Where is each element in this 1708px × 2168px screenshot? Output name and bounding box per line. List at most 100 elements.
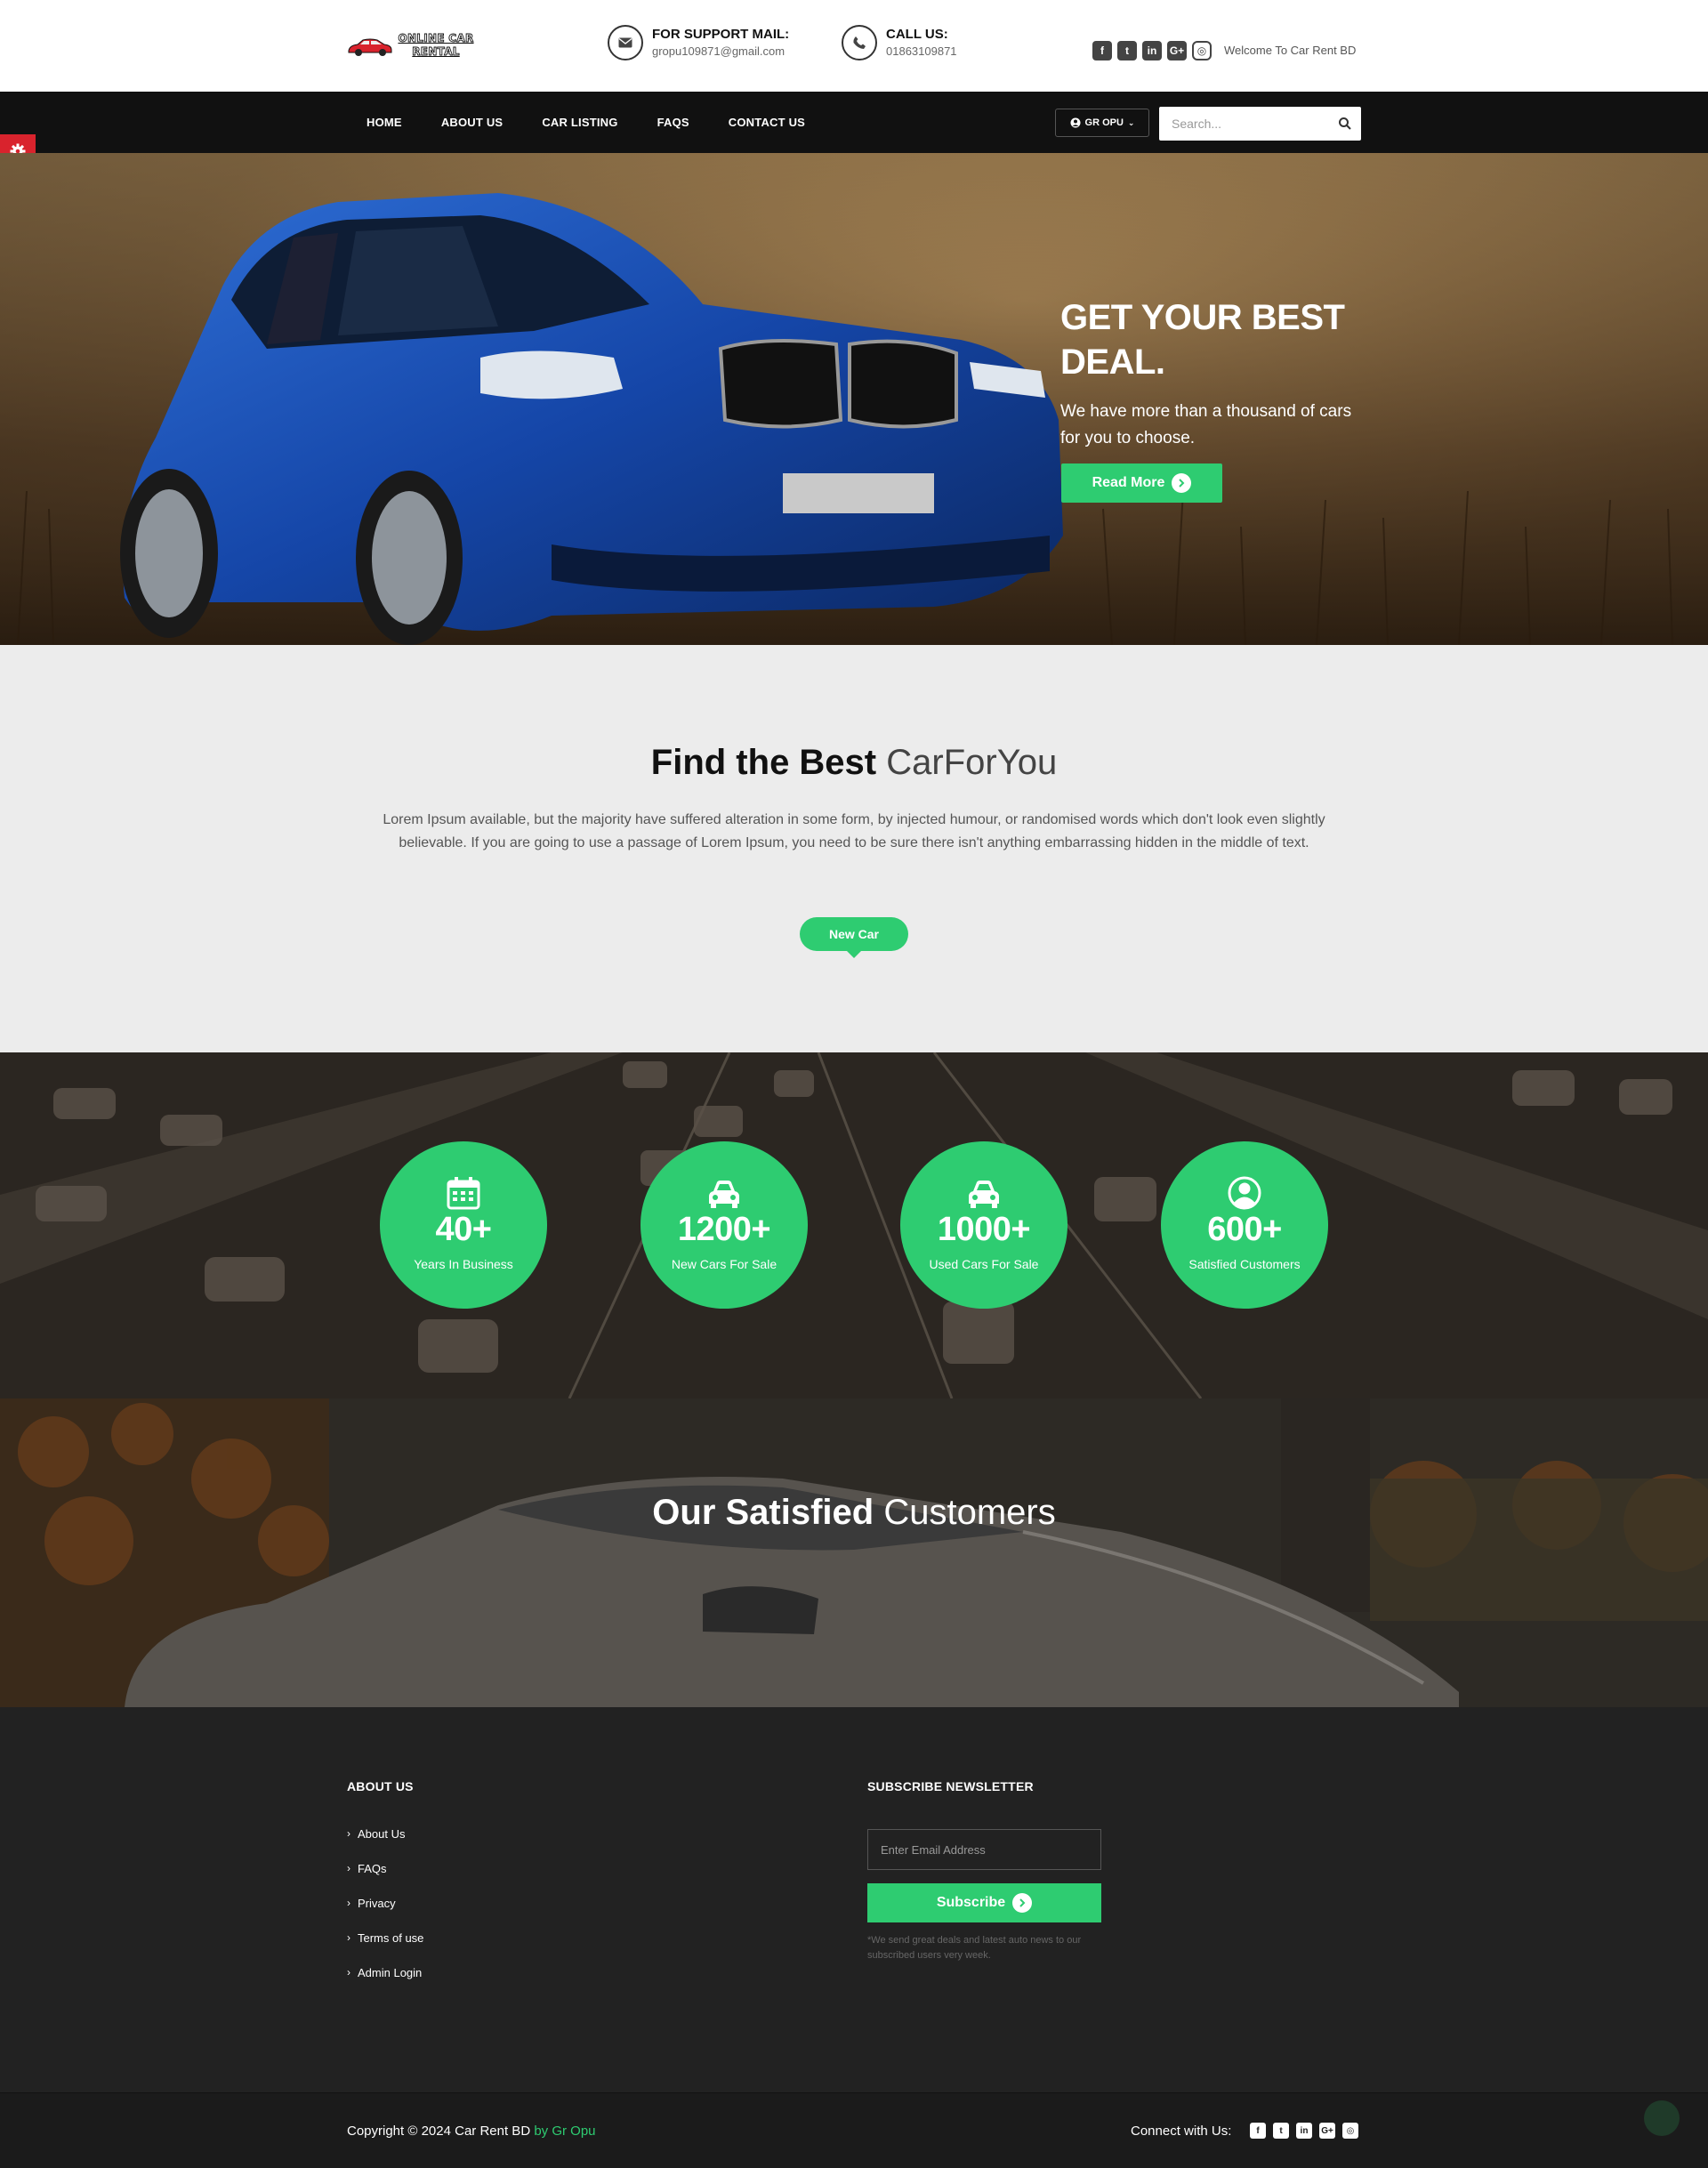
linkedin-icon[interactable]: in — [1142, 41, 1162, 60]
footer-link-admin-login[interactable]: › Admin Login — [347, 1966, 423, 2001]
chevron-right-icon: › — [347, 1931, 350, 1944]
top-header: ONLINE CAR RENTAL FOR SUPPORT MAIL: grop… — [0, 0, 1708, 92]
customers-background — [0, 1398, 1708, 1707]
logo-car-icon — [348, 38, 392, 56]
footer-link-terms[interactable]: › Terms of use — [347, 1931, 423, 1966]
nav-about-us[interactable]: ABOUT US — [422, 116, 523, 129]
customers-section: Our Satisfied Customers — [0, 1398, 1708, 1707]
newsletter-email-input[interactable] — [867, 1829, 1101, 1870]
twitter-icon[interactable]: t — [1273, 2123, 1289, 2139]
user-name: GR OPU — [1084, 117, 1124, 128]
subscribe-label: Subscribe — [936, 1895, 1006, 1910]
stat-number: 40+ — [435, 1211, 492, 1248]
search-box — [1159, 107, 1361, 141]
welcome-text: Welcome To Car Rent BD — [1224, 44, 1357, 57]
user-circle-icon — [1228, 1176, 1261, 1210]
car-icon — [709, 1181, 739, 1208]
search-icon[interactable] — [1338, 117, 1352, 131]
facebook-icon[interactable]: f — [1250, 2123, 1266, 2139]
subscribe-button[interactable]: Subscribe — [867, 1883, 1101, 1922]
footer-link-faqs[interactable]: › FAQs — [347, 1862, 423, 1897]
copyright: Copyright © 2024 Car Rent BD by Gr Opu — [347, 2124, 596, 2139]
footer-link-label: Terms of use — [358, 1931, 424, 1945]
customers-title-light: Customers — [883, 1493, 1056, 1532]
author-link[interactable]: by Gr Opu — [534, 2124, 595, 2139]
car-icon — [969, 1181, 999, 1208]
footer-link-label: FAQs — [358, 1862, 387, 1875]
hero-subtitle: We have more than a thousand of cars for… — [1060, 402, 1352, 447]
user-menu-button[interactable]: GR OPU ⌄ — [1055, 109, 1149, 137]
site-logo[interactable]: ONLINE CAR RENTAL — [347, 32, 480, 60]
support-mail-label: FOR SUPPORT MAIL: — [652, 27, 790, 42]
chevron-down-icon: ⌄ — [1127, 117, 1135, 127]
call-us-label: CALL US: — [886, 27, 948, 42]
hero-car-image — [0, 153, 1708, 645]
footer-link-privacy[interactable]: › Privacy — [347, 1897, 423, 1931]
google-plus-icon[interactable]: G+ — [1319, 2123, 1335, 2139]
customers-title: Our Satisfied Customers — [0, 1493, 1708, 1533]
connect-label: Connect with Us: — [1131, 2124, 1232, 2139]
main-navbar: HOME ABOUT US CAR LISTING FAQS CONTACT U… — [0, 92, 1708, 153]
tab-new-car[interactable]: New Car — [800, 917, 908, 958]
instagram-icon[interactable]: ◎ — [1342, 2123, 1358, 2139]
footer-bottom-bar: Copyright © 2024 Car Rent BD by Gr Opu C… — [0, 2092, 1708, 2168]
stats-section: 40+ Years In Business 1200+ New Cars For… — [0, 1052, 1708, 1398]
find-best-section: Find the Best CarForYou Lorem Ipsum avai… — [0, 645, 1708, 1052]
twitter-icon[interactable]: t — [1117, 41, 1137, 60]
nav-menu: HOME ABOUT US CAR LISTING FAQS CONTACT U… — [347, 92, 825, 153]
footer-link-label: Privacy — [358, 1897, 396, 1910]
footer-links: › About Us › FAQs › Privacy › Terms of use ›… — [347, 1827, 423, 2001]
stat-satisfied-customers: 600+ Satisfied Customers — [1161, 1141, 1328, 1309]
stat-number: 1000+ — [937, 1211, 1031, 1248]
customers-title-bold: Our Satisfied — [652, 1493, 874, 1532]
support-email[interactable]: gropu109871@gmail.com — [652, 44, 785, 58]
phone-icon — [842, 25, 877, 60]
chevron-right-icon: › — [347, 1862, 350, 1874]
instagram-icon[interactable]: ◎ — [1192, 41, 1212, 60]
stat-number: 1200+ — [677, 1211, 771, 1248]
social-links-bottom: f t in G+ ◎ — [1250, 2123, 1358, 2139]
footer-newsletter-heading: SUBSCRIBE NEWSLETTER — [867, 1779, 1034, 1793]
highway-background — [0, 1052, 1708, 1398]
call-number[interactable]: 01863109871 — [886, 44, 957, 58]
stat-label: New Cars For Sale — [671, 1257, 777, 1271]
footer-link-about-us[interactable]: › About Us — [347, 1827, 423, 1862]
logo-text: ONLINE CAR RENTAL — [398, 32, 474, 59]
stat-new-cars: 1200+ New Cars For Sale — [640, 1141, 808, 1309]
stat-used-cars: 1000+ Used Cars For Sale — [900, 1141, 1068, 1309]
envelope-icon — [608, 25, 643, 60]
search-input[interactable] — [1159, 107, 1319, 141]
stat-years-in-business: 40+ Years In Business — [380, 1141, 547, 1309]
user-circle-icon — [1070, 117, 1081, 128]
find-title-bold: Find the Best — [650, 743, 877, 782]
nav-contact-us[interactable]: CONTACT US — [709, 116, 825, 129]
stat-label: Used Cars For Sale — [929, 1257, 1039, 1271]
find-description: Lorem Ipsum available, but the majority … — [383, 812, 1325, 850]
nav-faqs[interactable]: FAQS — [638, 116, 709, 129]
footer-link-label: Admin Login — [358, 1966, 423, 1979]
nav-car-listing[interactable]: CAR LISTING — [522, 116, 637, 129]
copyright-text: Copyright © 2024 Car Rent BD — [347, 2124, 531, 2139]
newsletter-note: *We send great deals and latest auto new… — [867, 1935, 1082, 1961]
read-more-button[interactable]: Read More — [1061, 463, 1222, 503]
google-plus-icon[interactable]: G+ — [1167, 41, 1187, 60]
chevron-right-icon: › — [347, 1827, 350, 1840]
back-to-top-button[interactable] — [1644, 2100, 1680, 2136]
footer-about-heading: ABOUT US — [347, 1779, 414, 1793]
chevron-right-icon: › — [347, 1966, 350, 1979]
read-more-label: Read More — [1092, 475, 1165, 490]
stat-label: Years In Business — [414, 1257, 513, 1271]
nav-home[interactable]: HOME — [347, 116, 422, 129]
find-title-light: CarForYou — [886, 743, 1058, 782]
hero-title: GET YOUR BEST DEAL. — [1060, 298, 1345, 382]
linkedin-icon[interactable]: in — [1296, 2123, 1312, 2139]
hero-banner: GET YOUR BEST DEAL. We have more than a … — [0, 153, 1708, 645]
footer-link-label: About Us — [358, 1827, 406, 1841]
calendar-icon — [447, 1177, 480, 1210]
stat-label: Satisfied Customers — [1188, 1257, 1301, 1271]
chevron-right-icon — [1012, 1893, 1033, 1913]
facebook-icon[interactable]: f — [1092, 41, 1112, 60]
chevron-right-icon: › — [347, 1897, 350, 1909]
social-links-top: f t in G+ ◎ — [1092, 41, 1212, 60]
chevron-right-icon — [1172, 473, 1192, 493]
